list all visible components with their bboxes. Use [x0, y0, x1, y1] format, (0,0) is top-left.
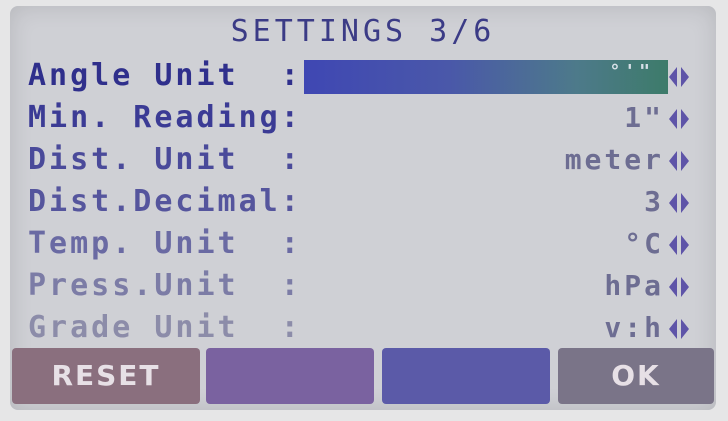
arrow-right-icon — [681, 109, 689, 129]
page-title: SETTINGS 3/6 — [230, 14, 496, 49]
setting-label: Dist. Unit : — [28, 142, 302, 177]
softkey-bar: RESET OK — [10, 348, 716, 404]
setting-value: °'" — [609, 61, 654, 82]
arrow-left-icon — [669, 319, 677, 339]
setting-label: Temp. Unit : — [28, 226, 302, 261]
softkey-3[interactable] — [382, 348, 550, 404]
setting-row[interactable]: Dist.Decimal: 3 — [28, 182, 706, 222]
left-right-arrows-icon[interactable] — [666, 190, 692, 216]
setting-value: hPa — [604, 269, 664, 302]
arrow-right-icon — [681, 235, 689, 255]
left-right-arrows-icon[interactable] — [666, 232, 692, 258]
arrow-left-icon — [669, 277, 677, 297]
left-right-arrows-icon[interactable] — [666, 64, 692, 90]
softkey-2[interactable] — [206, 348, 374, 404]
setting-value: 1" — [624, 101, 664, 134]
reset-button[interactable]: RESET — [12, 348, 200, 404]
arrow-left-icon — [669, 151, 677, 171]
setting-label: Dist.Decimal: — [28, 184, 302, 219]
arrow-right-icon — [681, 277, 689, 297]
setting-label: Press.Unit : — [28, 268, 302, 303]
setting-row[interactable]: Min. Reading: 1" — [28, 98, 706, 138]
setting-row[interactable]: Temp. Unit : °C — [28, 224, 706, 264]
arrow-right-icon — [681, 319, 689, 339]
arrow-left-icon — [669, 67, 677, 87]
left-right-arrows-icon[interactable] — [666, 316, 692, 342]
setting-row[interactable]: Dist. Unit : meter — [28, 140, 706, 180]
arrow-left-icon — [669, 193, 677, 213]
ok-button[interactable]: OK — [558, 348, 714, 404]
setting-value: 3 — [644, 185, 664, 218]
arrow-left-icon — [669, 235, 677, 255]
arrow-right-icon — [681, 193, 689, 213]
left-right-arrows-icon[interactable] — [666, 106, 692, 132]
setting-value: °C — [624, 227, 664, 260]
setting-label: Grade Unit : — [28, 310, 302, 345]
arrow-right-icon — [681, 67, 689, 87]
left-right-arrows-icon[interactable] — [666, 148, 692, 174]
left-right-arrows-icon[interactable] — [666, 274, 692, 300]
setting-label: Min. Reading: — [28, 100, 302, 135]
setting-row[interactable]: Press.Unit : hPa — [28, 266, 706, 306]
setting-value: v:h — [604, 311, 664, 344]
setting-row[interactable]: Angle Unit : °'" — [28, 56, 706, 96]
arrow-right-icon — [681, 151, 689, 171]
setting-value: meter — [564, 143, 664, 176]
instrument-display: SETTINGS 3/6 Angle Unit : °'" Min. Reading… — [10, 6, 716, 410]
arrow-left-icon — [669, 109, 677, 129]
setting-row[interactable]: Grade Unit : v:h — [28, 308, 706, 348]
setting-label: Angle Unit : — [28, 58, 302, 93]
